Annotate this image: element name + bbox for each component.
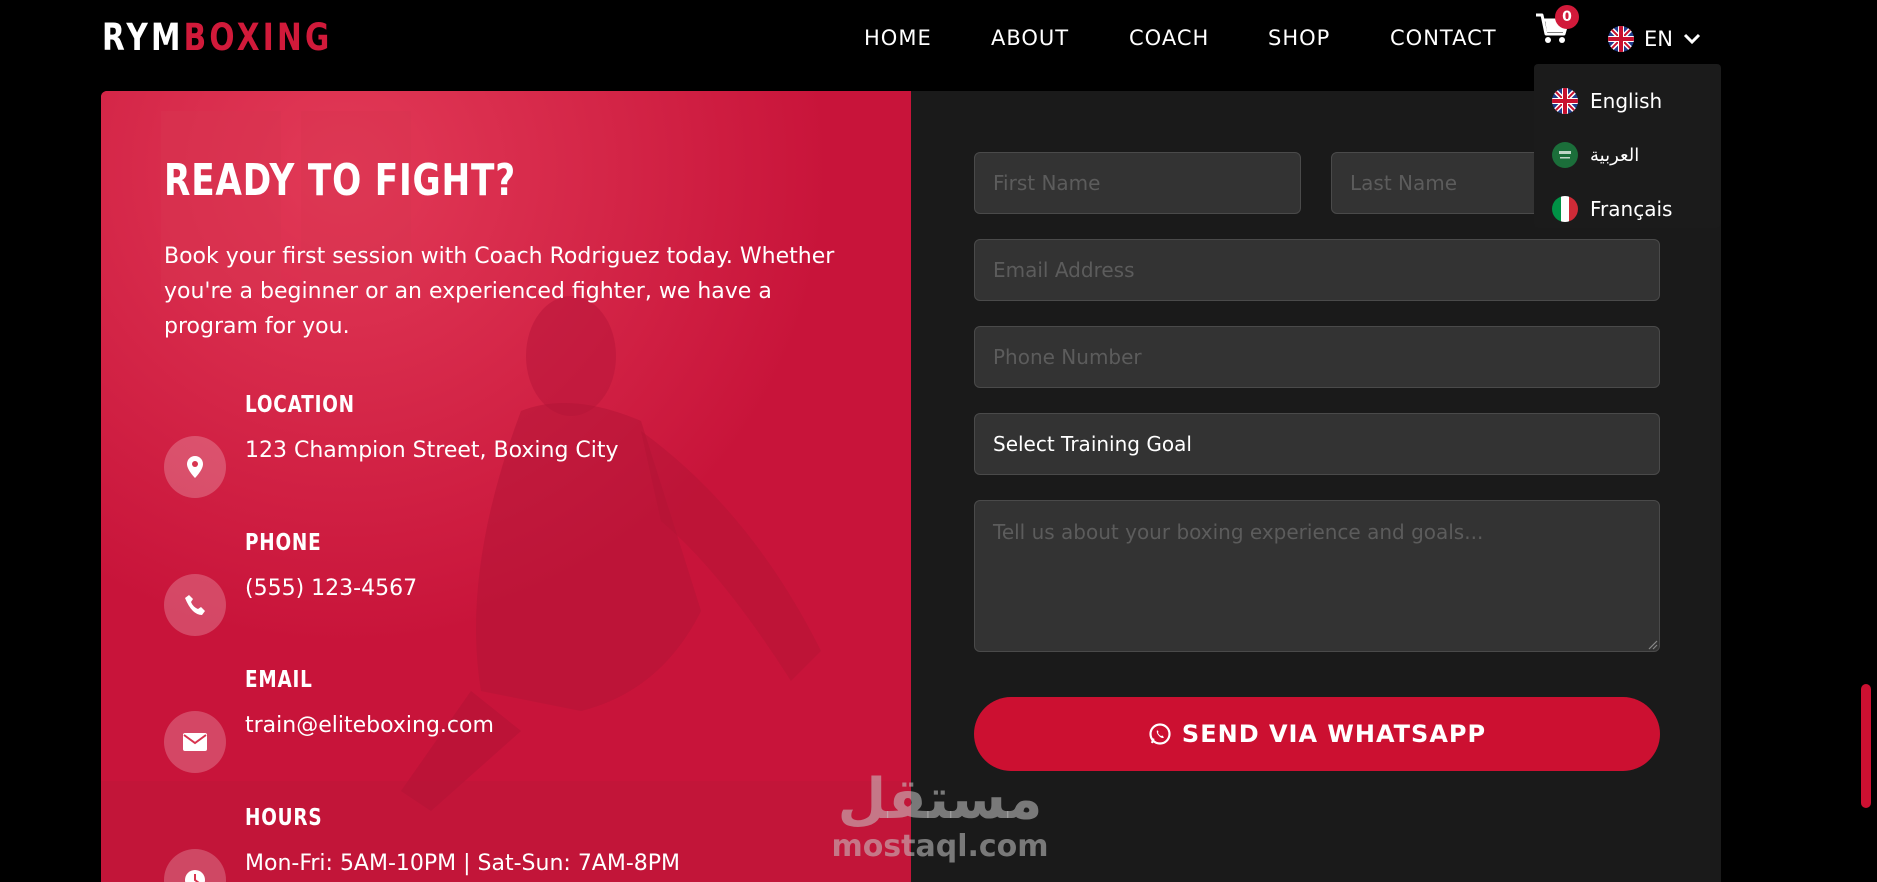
language-selector[interactable]: EN	[1608, 24, 1701, 54]
section-lead: Book your first session with Coach Rodri…	[164, 244, 835, 339]
send-button-label: SEND VIA WHATSAPP	[1181, 720, 1487, 748]
nav-coach-link[interactable]: COACH	[1129, 26, 1209, 50]
phone-label: PHONE	[245, 530, 322, 556]
first-name-input[interactable]: First Name	[974, 152, 1301, 214]
site-logo[interactable]: RYMBOXING	[102, 18, 332, 58]
contact-info-panel: READY TO FIGHT? Book your first session …	[101, 91, 911, 882]
phone-block: PHONE (555) 123-4567	[164, 530, 884, 636]
language-option-label: Français	[1590, 197, 1673, 221]
uk-flag-icon	[1608, 26, 1634, 52]
chevron-down-icon	[1683, 33, 1701, 45]
hours-icon-circle	[164, 849, 226, 882]
resize-handle-icon[interactable]	[1648, 640, 1658, 650]
uk-flag-icon	[1552, 88, 1578, 114]
nav-contact-link[interactable]: CONTACT	[1390, 26, 1497, 50]
phone-value[interactable]: (555) 123-4567	[245, 574, 417, 604]
phone-input[interactable]: Phone Number	[974, 326, 1660, 388]
french-flag-icon	[1552, 196, 1578, 222]
map-pin-icon	[187, 456, 203, 478]
watermark-arabic: مستقل	[837, 767, 1043, 832]
page-scrollbar-thumb[interactable]	[1861, 684, 1871, 808]
whatsapp-icon	[1149, 723, 1171, 745]
location-icon-circle	[164, 436, 226, 498]
email-label: EMAIL	[245, 667, 313, 693]
location-value: 123 Champion Street, Boxing City	[245, 438, 619, 463]
language-option-arabic[interactable]: العربية	[1534, 128, 1721, 182]
email-value[interactable]: train@eliteboxing.com	[245, 711, 494, 741]
nav-about-link[interactable]: ABOUT	[991, 26, 1069, 50]
email-block: EMAIL train@eliteboxing.com	[164, 667, 884, 773]
phone-icon-circle	[164, 574, 226, 636]
language-code: EN	[1644, 27, 1673, 51]
logo-text-red: BOXING	[183, 16, 333, 59]
language-dropdown: English العربية Français	[1534, 64, 1721, 228]
phone-icon	[185, 595, 205, 615]
nav-shop-link[interactable]: SHOP	[1268, 26, 1330, 50]
language-option-label: English	[1590, 89, 1663, 113]
email-input[interactable]: Email Address	[974, 239, 1660, 301]
hours-block: HOURS Mon-Fri: 5AM-10PM | Sat-Sun: 7AM-8…	[164, 805, 884, 882]
email-icon-circle	[164, 711, 226, 773]
saudi-flag-icon	[1552, 142, 1578, 168]
watermark-latin: mostaql.com	[831, 829, 1049, 864]
training-goal-select[interactable]: Select Training Goal	[974, 413, 1660, 475]
contact-content: READY TO FIGHT? Book your first session …	[101, 91, 911, 882]
envelope-icon	[183, 733, 207, 751]
message-textarea[interactable]: Tell us about your boxing experience and…	[974, 500, 1660, 652]
clock-icon	[185, 870, 205, 882]
nav-home-link[interactable]: HOME	[864, 26, 932, 50]
hours-label: HOURS	[245, 805, 323, 831]
location-block: LOCATION 123 Champion Street, Boxing Cit…	[164, 392, 884, 498]
language-option-french[interactable]: Français	[1534, 182, 1721, 236]
cart-count-badge: 0	[1555, 5, 1579, 29]
logo-text-white: RYM	[102, 16, 184, 59]
send-whatsapp-button[interactable]: SEND VIA WHATSAPP	[974, 697, 1660, 771]
hours-value: Mon-Fri: 5AM-10PM | Sat-Sun: 7AM-8PM	[245, 851, 681, 876]
location-label: LOCATION	[245, 392, 355, 418]
watermark: مستقل mostaql.com	[820, 770, 1060, 864]
language-option-label: العربية	[1590, 144, 1640, 166]
section-title: READY TO FIGHT?	[164, 155, 516, 206]
language-option-english[interactable]: English	[1534, 74, 1721, 128]
